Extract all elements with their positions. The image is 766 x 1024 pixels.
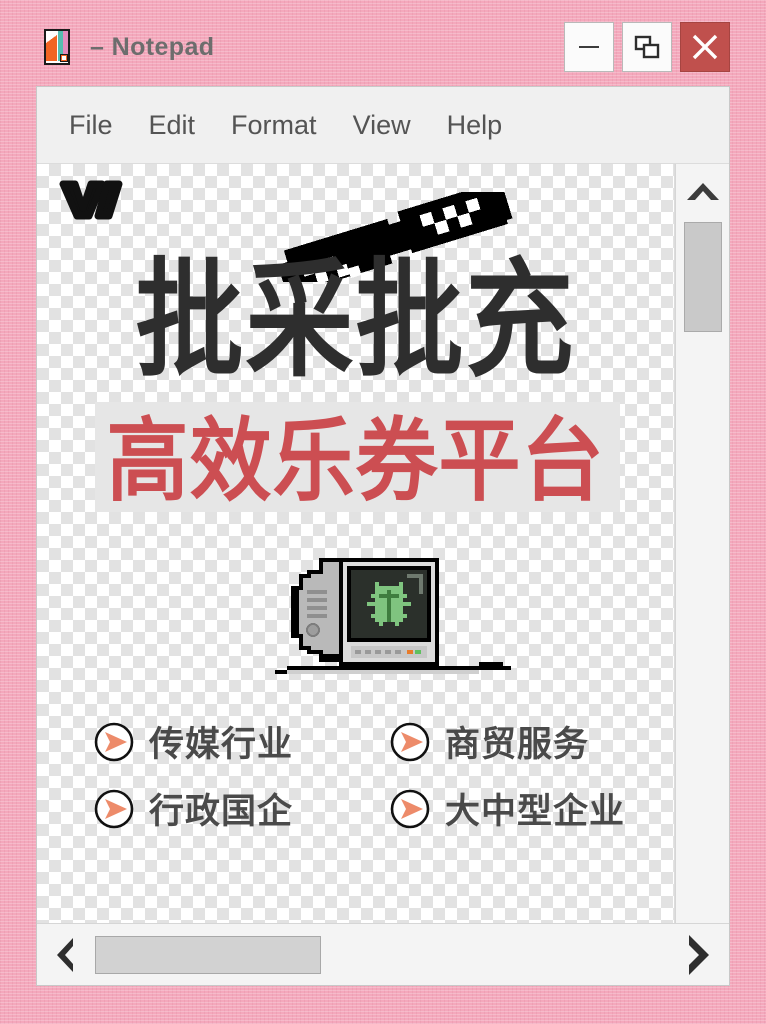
menu-item-format[interactable]: Format — [231, 110, 317, 141]
list-item[interactable]: 行政国企 — [93, 783, 379, 834]
list-item[interactable]: 大中型企业 — [389, 783, 674, 834]
horizontal-scrollbar[interactable] — [37, 923, 729, 985]
window-titlebar: – Notepad — [36, 14, 730, 80]
scroll-right-button[interactable] — [679, 931, 719, 979]
play-arrow-circle-icon — [389, 721, 431, 763]
horizontal-scrollbar-thumb[interactable] — [95, 935, 321, 974]
notepad-document-icon — [40, 27, 74, 67]
vertical-scrollbar-thumb[interactable] — [683, 222, 722, 332]
restore-icon — [634, 35, 660, 59]
list-item-label: 商贸服务 — [445, 725, 590, 765]
menu-bar: File Edit Format View Help — [37, 87, 729, 164]
headline-text: 批采批充 — [135, 247, 576, 395]
list-item[interactable]: 传媒行业 — [93, 716, 379, 767]
list-item-label: 大中型企业 — [445, 792, 626, 832]
list-item-label: 行政国企 — [149, 792, 294, 832]
play-arrow-circle-icon — [389, 788, 431, 830]
retro-crt-computer-with-bug-icon — [259, 542, 519, 682]
subheadline-text: 高效乐券平台 — [106, 409, 605, 515]
close-icon — [692, 34, 718, 60]
chevron-up-icon — [686, 183, 719, 200]
vertical-scrollbar[interactable] — [675, 164, 729, 923]
menu-item-edit[interactable]: Edit — [149, 110, 196, 141]
chevron-right-icon — [689, 934, 709, 975]
minimize-button[interactable] — [564, 22, 614, 72]
w-mark-logo — [59, 178, 131, 220]
category-list: 传媒行业 商贸服务 行政国企 大中型企业 — [93, 716, 674, 834]
menu-item-help[interactable]: Help — [447, 110, 503, 141]
client-area: 批采批充 高效乐券平台 传媒行业 商贸服务 行政国企 大中型企业 — [37, 164, 729, 923]
minimize-icon — [579, 46, 599, 48]
close-button[interactable] — [680, 22, 730, 72]
menu-item-file[interactable]: File — [69, 110, 113, 141]
scroll-up-button[interactable] — [683, 176, 723, 206]
restore-button[interactable] — [622, 22, 672, 72]
list-item[interactable]: 商贸服务 — [389, 716, 674, 767]
window-title: – Notepad — [90, 32, 215, 61]
scroll-left-button[interactable] — [47, 934, 81, 976]
notepad-window: File Edit Format View Help 批采批充 高效乐券平台 传… — [36, 86, 730, 986]
play-arrow-circle-icon — [93, 788, 135, 830]
window-controls — [564, 22, 730, 72]
promotional-artwork: 批采批充 高效乐券平台 传媒行业 商贸服务 行政国企 大中型企业 — [37, 164, 674, 923]
document-canvas[interactable]: 批采批充 高效乐券平台 传媒行业 商贸服务 行政国企 大中型企业 — [37, 164, 675, 923]
chevron-left-icon — [57, 937, 73, 972]
menu-item-view[interactable]: View — [353, 110, 411, 141]
list-item-label: 传媒行业 — [149, 725, 294, 765]
play-arrow-circle-icon — [93, 721, 135, 763]
